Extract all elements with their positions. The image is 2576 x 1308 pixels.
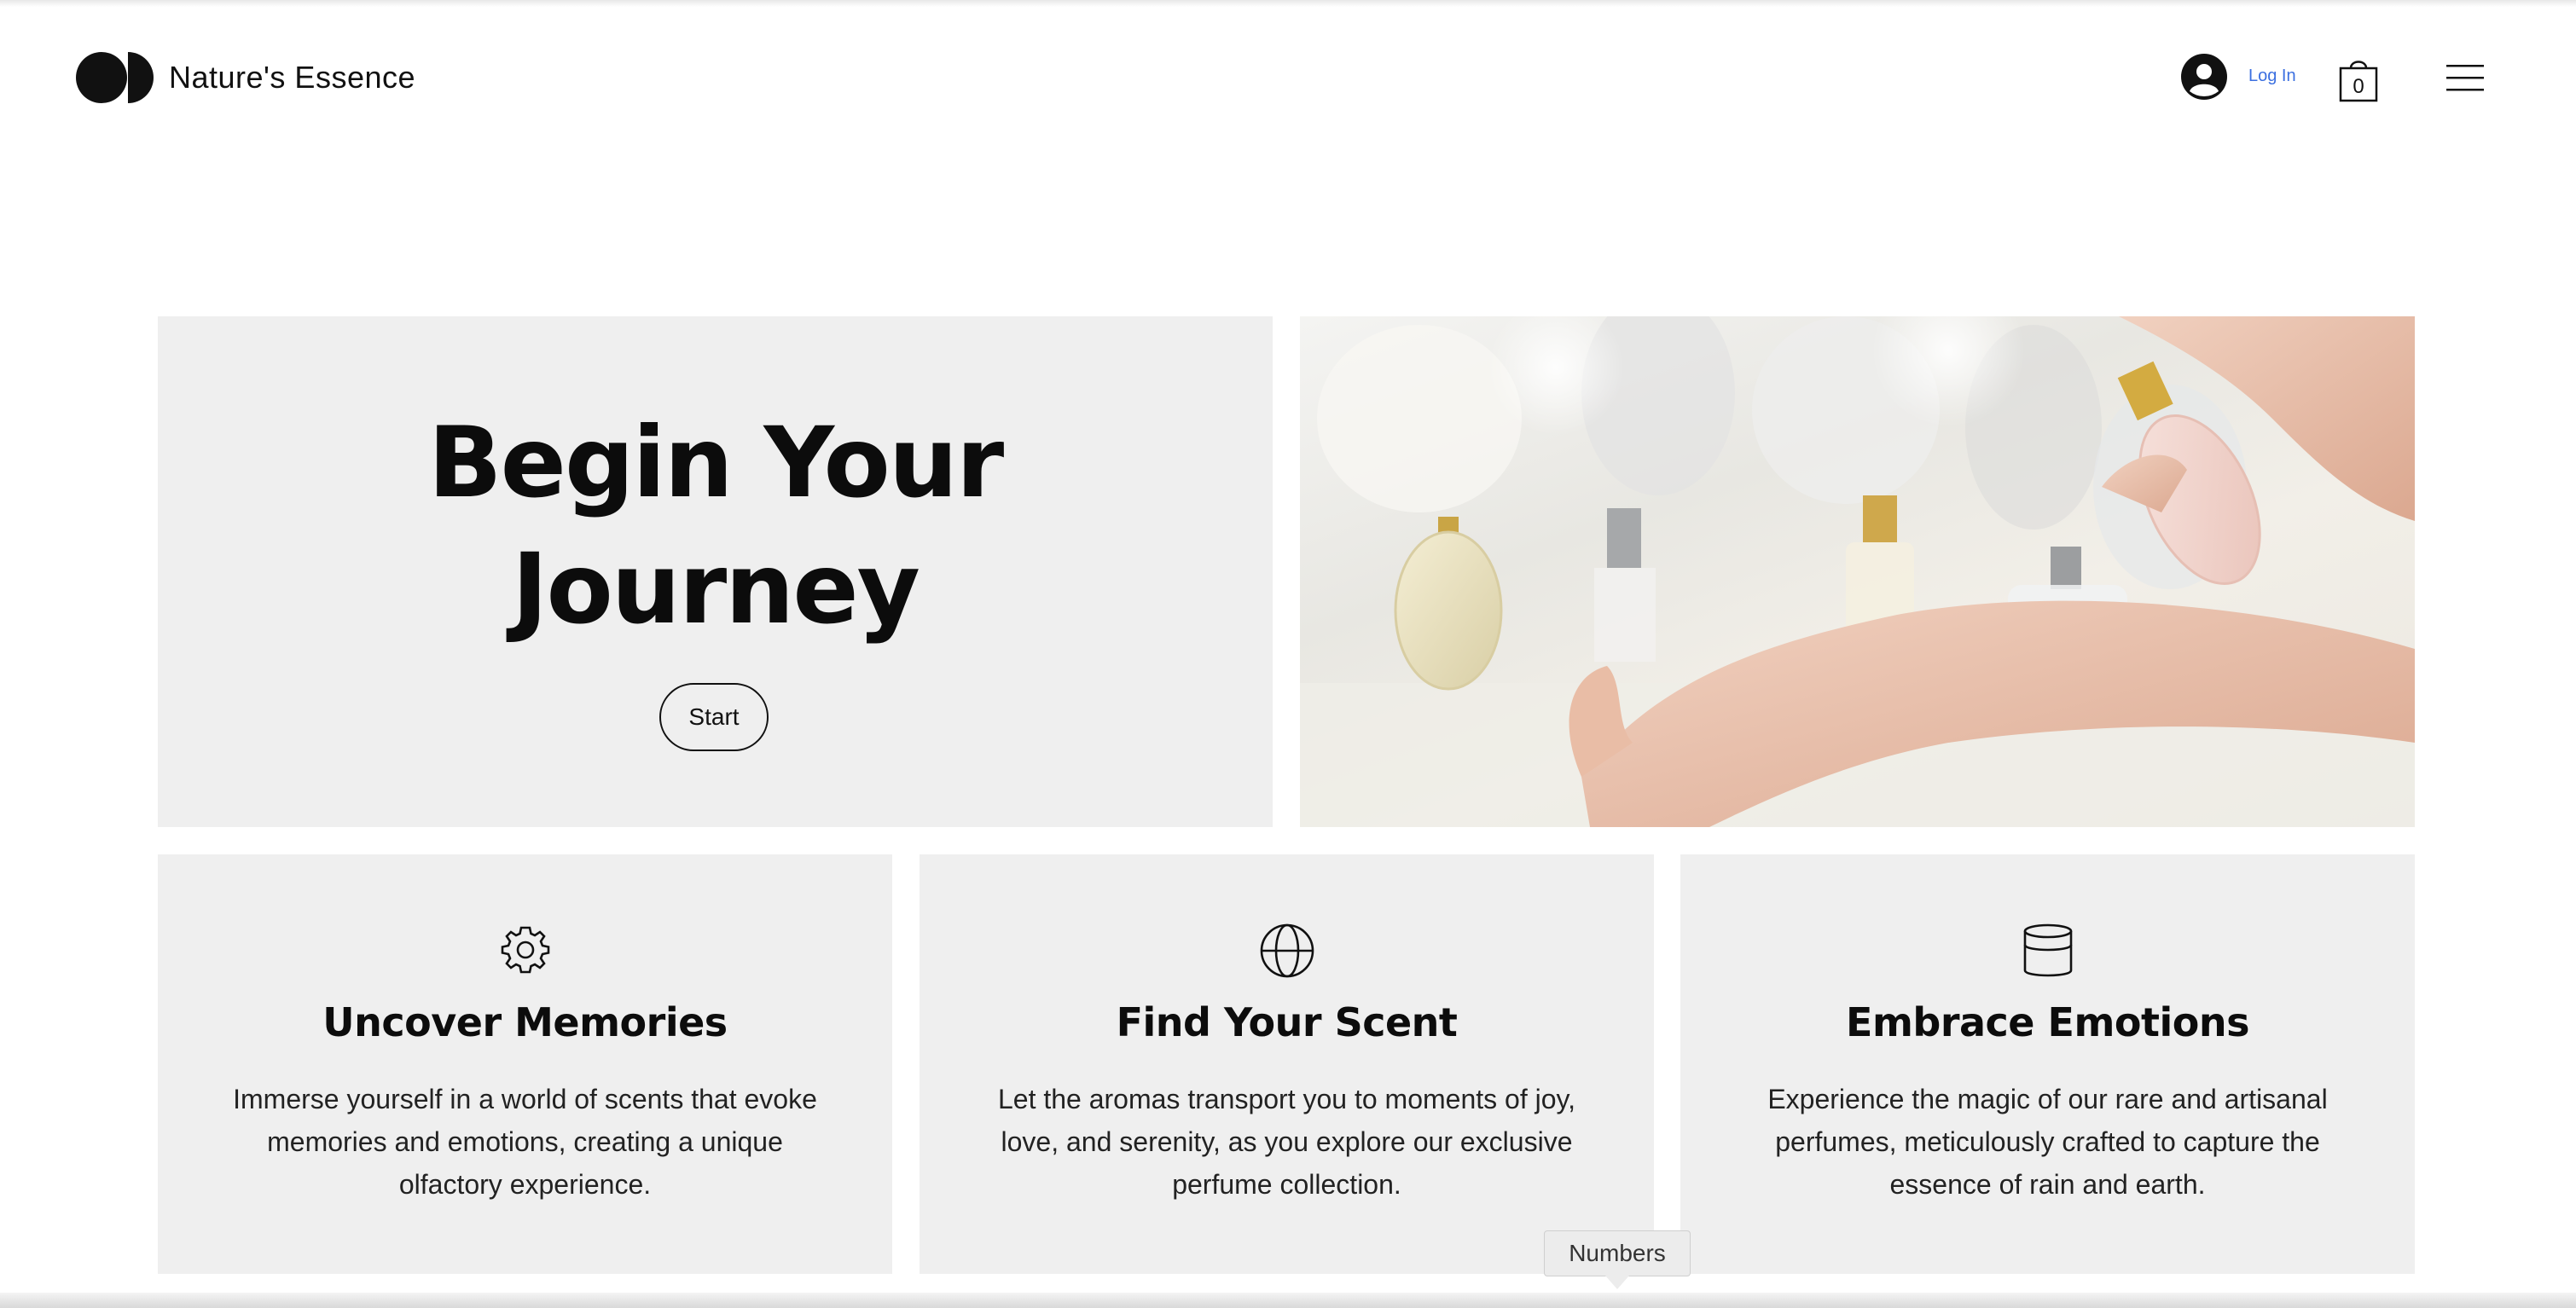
- database-icon: [2023, 923, 2073, 977]
- hero-title: Begin Your Journey: [158, 400, 1273, 652]
- card-text: Let the aromas transport you to moments …: [997, 1084, 1576, 1200]
- brand-name[interactable]: Nature's Essence: [169, 60, 415, 95]
- brand-logo-icon[interactable]: [75, 51, 154, 104]
- hamburger-menu-icon[interactable]: [2446, 63, 2484, 92]
- top-edge: [0, 0, 2576, 7]
- gear-icon: [501, 926, 550, 974]
- card-text: Immerse yourself in a world of scents th…: [233, 1084, 817, 1200]
- bottom-edge: [0, 1293, 2576, 1308]
- card-title: Embrace Emotions: [1846, 999, 2249, 1045]
- feature-card-uncover: Uncover Memories Immerse yourself in a w…: [158, 854, 892, 1274]
- feature-card-scent: Find Your Scent Let the aromas transport…: [920, 854, 1654, 1274]
- hero-title-line2: Journey: [512, 532, 920, 645]
- hero-image: [1300, 316, 2415, 827]
- card-title: Uncover Memories: [322, 999, 728, 1045]
- hero-title-line1: Begin Your: [427, 406, 1005, 519]
- globe-icon: [1260, 923, 1314, 978]
- start-button[interactable]: Start: [659, 683, 769, 751]
- feature-card-emotions: Embrace Emotions Experience the magic of…: [1680, 854, 2415, 1274]
- tooltip-numbers: Numbers: [1544, 1230, 1691, 1276]
- card-text: Experience the magic of our rare and art…: [1767, 1084, 2328, 1200]
- avatar-icon[interactable]: [2181, 54, 2227, 100]
- perfume-photo: [1300, 316, 2415, 827]
- site-header: Nature's Essence Log In 0: [0, 7, 2576, 150]
- tooltip-arrow: [1605, 1276, 1629, 1289]
- cart-count: 0: [2353, 75, 2364, 98]
- login-link[interactable]: Log In: [2248, 67, 2296, 86]
- cart-button[interactable]: 0: [2337, 55, 2380, 102]
- card-title: Find Your Scent: [1116, 999, 1458, 1045]
- hero-panel: Begin Your Journey Start: [158, 316, 1273, 827]
